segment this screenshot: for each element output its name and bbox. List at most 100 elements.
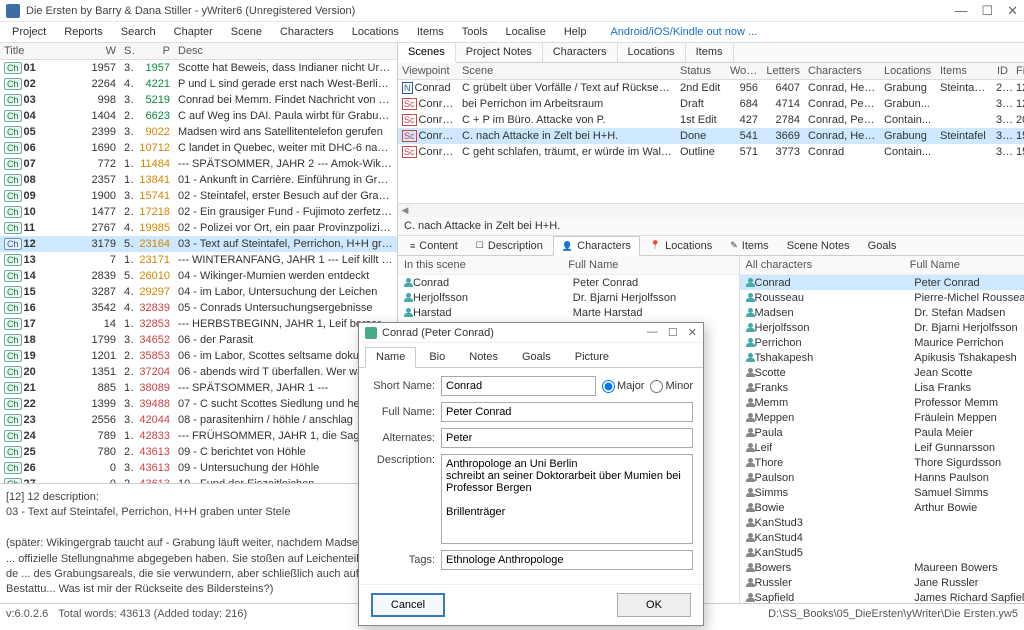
minor-radio[interactable]: Minor <box>650 380 693 393</box>
tab-characters[interactable]: Characters <box>543 43 618 62</box>
chapter-row[interactable]: Ch05239939022Madsen wird ans Satellitent… <box>0 124 397 140</box>
col-items[interactable]: Items <box>936 63 992 79</box>
chapter-row[interactable]: Ch24789142833--- FRÜHSOMMER, JAHR 1, die… <box>0 428 397 444</box>
scroll-left-icon[interactable]: ◀ <box>398 205 412 216</box>
character-item[interactable]: PerrichonMaurice Perrichon <box>740 335 1024 350</box>
maximize-button[interactable]: ☐ <box>981 3 993 19</box>
col-letters[interactable]: Letters <box>762 63 804 79</box>
dialog-close-button[interactable]: ✕ <box>688 326 697 339</box>
menu-items[interactable]: Items <box>409 24 452 40</box>
menu-characters[interactable]: Characters <box>272 24 342 40</box>
dialog-title-bar[interactable]: Conrad (Peter Conrad) — ☐ ✕ <box>359 323 703 343</box>
col-scenes[interactable]: S <box>120 43 134 59</box>
character-item[interactable]: MemmProfessor Memm <box>740 395 1024 410</box>
col-characters[interactable]: Characters <box>804 63 880 79</box>
tab-project-notes[interactable]: Project Notes <box>456 43 543 62</box>
character-item[interactable]: TshakapeshApikusis Tshakapesh <box>740 350 1024 365</box>
cancel-button[interactable]: Cancel <box>371 593 445 617</box>
chapter-row[interactable]: Ch10147721721802 - Ein grausiger Fund - … <box>0 204 397 220</box>
col-scene[interactable]: Scene <box>458 63 676 79</box>
dialog-tab-bio[interactable]: Bio <box>418 347 456 367</box>
character-item[interactable]: HarstadMarte Harstad <box>398 305 739 320</box>
chapter-row[interactable]: Ch21885138089--- SPÄTSOMMER, JAHR 1 --- <box>0 380 397 396</box>
chapter-row[interactable]: Ch26034361309 - Untersuchung der Höhle <box>0 460 397 476</box>
character-item[interactable]: SimmsSamuel Simms <box>740 485 1024 500</box>
dialog-tab-goals[interactable]: Goals <box>511 347 562 367</box>
chapter-row[interactable]: Ch2578024361309 - C berichtet von Höhle <box>0 444 397 460</box>
scene-row[interactable]: NConradC grübelt über Vorfälle / Text au… <box>398 80 1024 96</box>
chapter-row[interactable]: Ch16354243283905 - Conrads Untersuchungs… <box>0 300 397 316</box>
character-item[interactable]: KanStud3 <box>740 515 1024 530</box>
col-locations[interactable]: Locations <box>880 63 936 79</box>
menu-search[interactable]: Search <box>113 24 164 40</box>
minimize-button[interactable]: — <box>954 3 967 19</box>
tab-scenes[interactable]: Scenes <box>398 43 456 63</box>
menu-project[interactable]: Project <box>4 24 54 40</box>
subtab-locations[interactable]: 📍Locations <box>642 236 720 255</box>
chapter-row[interactable]: Ch061690210712C landet in Quebec, weiter… <box>0 140 397 156</box>
col-words[interactable]: Wor... <box>726 63 762 79</box>
character-item[interactable]: SapfieldJames Richard Sapfield <box>740 590 1024 603</box>
chapter-row[interactable]: Ch15328742929704 - im Labor, Untersuchun… <box>0 284 397 300</box>
character-item[interactable]: BowieArthur Bowie <box>740 500 1024 515</box>
col-progress[interactable]: P <box>134 43 174 59</box>
chapter-row[interactable]: Ch22139933948807 - C sucht Scottes Siedl… <box>0 396 397 412</box>
ok-button[interactable]: OK <box>617 593 691 617</box>
subtab-items[interactable]: ✎Items <box>722 236 776 255</box>
chapter-row[interactable]: Ch14283952601004 - Wikinger-Mumien werde… <box>0 268 397 284</box>
character-item[interactable]: RusslerJane Russler <box>740 575 1024 590</box>
col-words[interactable]: W <box>86 43 120 59</box>
major-radio[interactable]: Major <box>602 380 645 393</box>
dialog-tab-name[interactable]: Name <box>365 347 416 368</box>
subtab-content[interactable]: ≡Content <box>402 236 466 255</box>
character-item[interactable]: ScotteJean Scotte <box>740 365 1024 380</box>
chapter-row[interactable]: Ch18179933465206 - der Parasit <box>0 332 397 348</box>
col-title[interactable]: Title <box>0 43 86 59</box>
chapter-row[interactable]: Ch09190031574102 - Steintafel, erster Be… <box>0 188 397 204</box>
chapter-row[interactable]: Ch137123171--- WINTERANFANG, JAHR 1 --- … <box>0 252 397 268</box>
subtab-characters[interactable]: 👤Characters <box>553 236 640 256</box>
chapter-row[interactable]: Ch27024361310 - Fund der Eiszeitleichen <box>0 476 397 483</box>
menu-scene[interactable]: Scene <box>223 24 270 40</box>
chapter-row[interactable]: Ch19120123585306 - im Labor, Scottes sel… <box>0 348 397 364</box>
col-date[interactable]: File Date <box>1012 63 1024 79</box>
character-item[interactable]: KanStud5 <box>740 545 1024 560</box>
menu-locations[interactable]: Locations <box>344 24 407 40</box>
menu-help[interactable]: Help <box>556 24 595 40</box>
scene-row[interactable]: ScConradbei Perrichon im ArbeitsraumDraf… <box>398 96 1024 112</box>
character-item[interactable]: FranksLisa Franks <box>740 380 1024 395</box>
subtab-goals[interactable]: Goals <box>860 236 905 255</box>
close-button[interactable]: ✕ <box>1007 3 1018 19</box>
tab-locations[interactable]: Locations <box>618 43 686 62</box>
dialog-minimize-button[interactable]: — <box>647 326 658 339</box>
description-input[interactable] <box>441 454 693 544</box>
dialog-tab-picture[interactable]: Picture <box>564 347 620 367</box>
chapter-row[interactable]: Ch08235711384101 - Ankunft in Carrière. … <box>0 172 397 188</box>
character-item[interactable]: ThoreThore Sigurdsson <box>740 455 1024 470</box>
character-item[interactable]: RousseauPierre-Michel Rousseau <box>740 290 1024 305</box>
menu-reports[interactable]: Reports <box>56 24 111 40</box>
col-viewpoint[interactable]: Viewpoint <box>398 63 458 79</box>
scene-row[interactable]: ScConradC geht schlafen, träumt, er würd… <box>398 144 1024 160</box>
col-id[interactable]: ID <box>992 63 1012 79</box>
all-chars-list[interactable]: ConradPeter ConradRousseauPierre-Michel … <box>740 275 1024 603</box>
chapter-row[interactable]: Ch11276741998502 - Polizei vor Ort, ein … <box>0 220 397 236</box>
character-item[interactable]: MeppenFräulein Meppen <box>740 410 1024 425</box>
chapter-row[interactable]: Ch1714132853--- HERBSTBEGINN, JAHR 1, Le… <box>0 316 397 332</box>
scene-row[interactable]: ScConradC + P im Büro. Attacke von P.1st… <box>398 112 1024 128</box>
short-name-input[interactable] <box>441 376 596 396</box>
chapter-row[interactable]: Ch23255634204408 - parasitenhirn / höhle… <box>0 412 397 428</box>
menu-localise[interactable]: Localise <box>497 24 553 40</box>
col-desc[interactable]: Desc <box>174 43 397 59</box>
character-item[interactable]: PaulaPaula Meier <box>740 425 1024 440</box>
character-item[interactable]: HerjolfssonDr. Bjarni Herjolfsson <box>740 320 1024 335</box>
character-item[interactable]: LeifLeif Gunnarsson <box>740 440 1024 455</box>
chapter-row[interactable]: Ch07772111484--- SPÄTSOMMER, JAHR 2 --- … <box>0 156 397 172</box>
full-name-input[interactable] <box>441 402 693 422</box>
tags-input[interactable] <box>441 550 693 570</box>
subtab-scene-notes[interactable]: Scene Notes <box>779 236 858 255</box>
menu-tools[interactable]: Tools <box>454 24 496 40</box>
chapter-list[interactable]: Ch01195731957Scotte hat Beweis, dass Ind… <box>0 60 397 483</box>
character-item[interactable]: MadsenDr. Stefan Madsen <box>740 305 1024 320</box>
character-item[interactable]: ConradPeter Conrad <box>398 275 739 290</box>
